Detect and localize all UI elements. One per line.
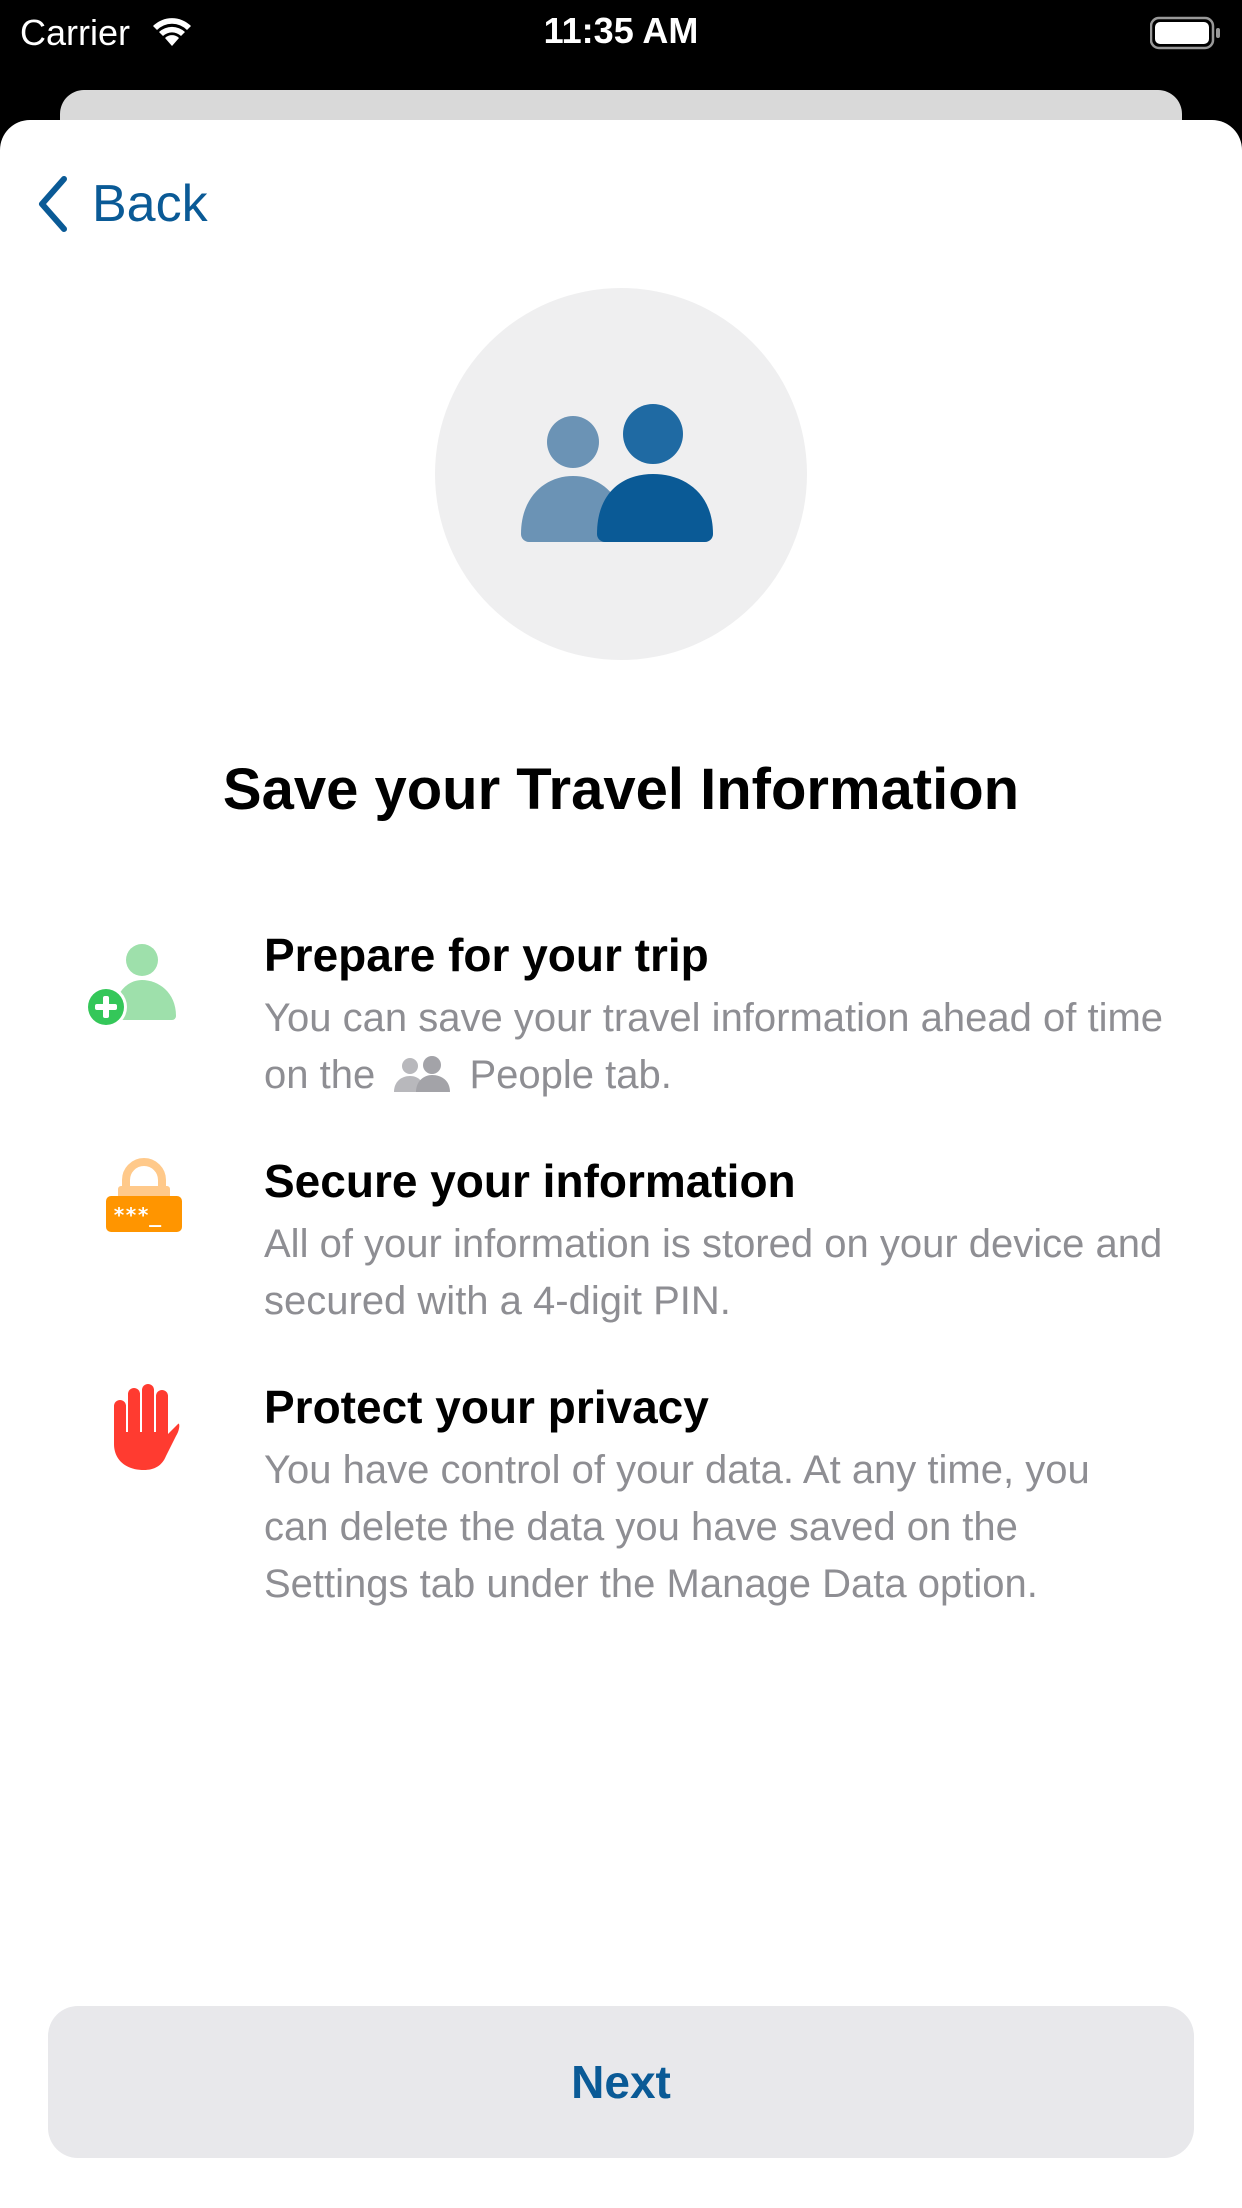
feature-title: Protect your privacy — [264, 1381, 709, 1433]
onboarding-sheet: Back Save your Travel Information Prepar… — [0, 120, 1242, 2208]
svg-text:***_: ***_ — [113, 1203, 162, 1227]
feature-title: Secure your information — [264, 1155, 796, 1207]
status-bar: Carrier 11:35 AM — [0, 0, 1242, 90]
page-title: Save your Travel Information — [222, 757, 1020, 822]
back-button[interactable]: Back — [36, 174, 208, 234]
feature-description: You have control of your data. At any ti… — [264, 1448, 1090, 1606]
stop-hand-icon — [110, 1382, 180, 1477]
add-person-icon — [84, 940, 180, 1035]
back-label: Back — [92, 175, 208, 233]
feature-title: Prepare for your trip — [264, 929, 709, 981]
feature-description: All of your information is stored on you… — [264, 1222, 1163, 1323]
next-button[interactable]: Next — [48, 2006, 1194, 2158]
feature-description: You can save your travel information ahe… — [264, 990, 1164, 1110]
pin-lock-icon: ***_ — [104, 1158, 184, 1239]
hero-circle — [435, 288, 807, 660]
feature-desc-text: People tab. — [469, 1053, 672, 1097]
chevron-left-icon — [39, 176, 67, 232]
status-time: 11:35 AM — [543, 10, 699, 51]
people-icon — [521, 404, 713, 542]
people-icon — [394, 1053, 451, 1110]
battery-icon — [1149, 16, 1222, 55]
